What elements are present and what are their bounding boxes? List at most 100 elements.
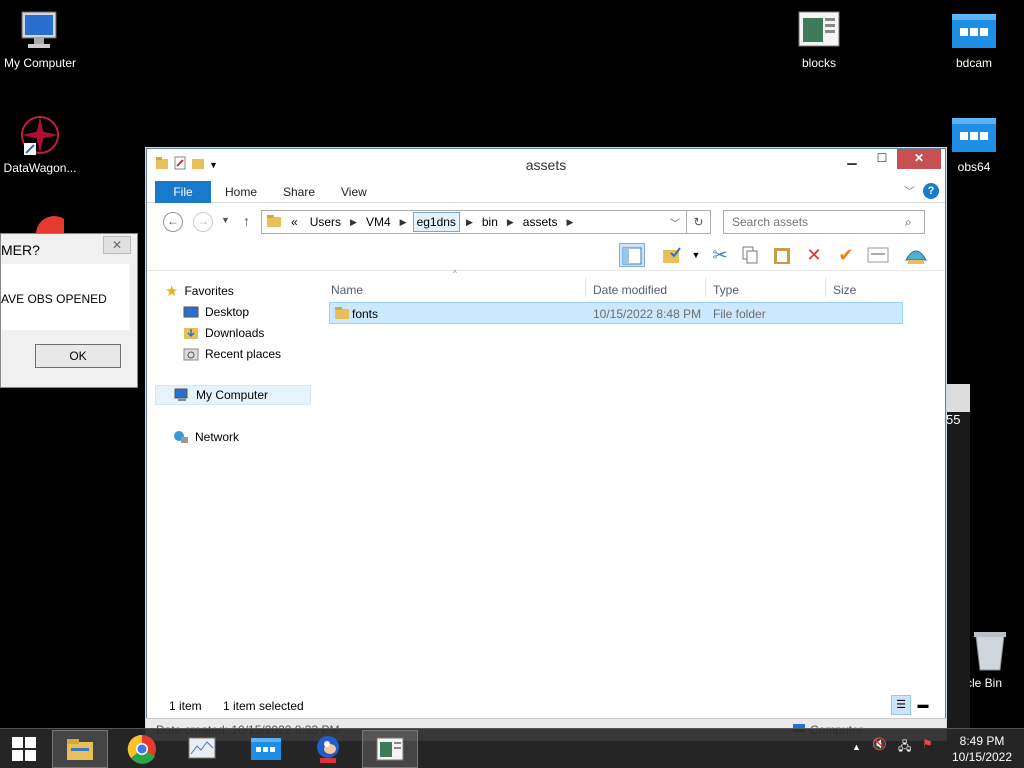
desktop-icon-datawagon[interactable]: DataWagon... bbox=[0, 115, 80, 175]
app-window-icon bbox=[950, 114, 998, 156]
network-icon bbox=[173, 430, 189, 444]
nav-label: Desktop bbox=[205, 305, 250, 319]
nav-network[interactable]: Network bbox=[173, 427, 239, 447]
taskbar-app[interactable] bbox=[238, 730, 294, 768]
address-dropdown-icon[interactable]: ﹀ bbox=[670, 215, 680, 230]
breadcrumb-bin[interactable]: bin bbox=[479, 213, 501, 231]
system-clock[interactable]: 8:49 PM 10/15/2022 bbox=[946, 733, 1018, 765]
nav-recent-places[interactable]: Recent places bbox=[183, 344, 281, 364]
nav-downloads[interactable]: Downloads bbox=[183, 323, 264, 343]
blocks-icon bbox=[795, 10, 843, 52]
start-button[interactable] bbox=[0, 730, 48, 768]
desktop-icon-bdcam[interactable]: bdcam bbox=[934, 10, 1014, 70]
cut-icon[interactable]: ✂ bbox=[707, 243, 733, 267]
desktop-icon-my-computer[interactable]: My Computer bbox=[0, 10, 80, 70]
folder-check-icon[interactable] bbox=[659, 243, 685, 267]
desktop-icon-label: DataWagon... bbox=[3, 161, 77, 175]
nav-label: Downloads bbox=[205, 326, 265, 340]
breadcrumb-chevron-icon[interactable]: ▶ bbox=[507, 217, 514, 228]
maximize-button[interactable]: ☐ bbox=[867, 149, 897, 169]
background-dialog: MER? ✕ AVE OBS OPENED OK bbox=[0, 233, 138, 388]
nav-desktop[interactable]: Desktop bbox=[183, 302, 249, 322]
desktop-icon-label: bdcam bbox=[955, 56, 993, 70]
preview-pane-button[interactable] bbox=[619, 243, 645, 267]
column-divider[interactable] bbox=[585, 277, 586, 297]
address-bar[interactable]: « Users ▶ VM4 ▶ eg1dns ▶ bin ▶ assets ▶ … bbox=[261, 210, 687, 234]
breadcrumb-users[interactable]: Users bbox=[307, 213, 344, 231]
star-icon: ★ bbox=[165, 283, 179, 300]
column-date-modified[interactable]: Date modified bbox=[593, 283, 667, 297]
datawagon-icon bbox=[16, 115, 64, 157]
clock-time: 8:49 PM bbox=[959, 734, 1005, 748]
nav-my-computer[interactable]: My Computer bbox=[155, 385, 311, 405]
breadcrumb-eg1dns[interactable]: eg1dns bbox=[412, 212, 460, 232]
toolbar-dropdown-icon[interactable]: ▼ bbox=[683, 243, 709, 267]
up-arrow-icon[interactable]: ↑ bbox=[243, 213, 250, 229]
breadcrumb-chevron-icon[interactable]: ▶ bbox=[350, 217, 357, 228]
taskbar-monitor[interactable] bbox=[174, 730, 230, 768]
dialog-close-button[interactable]: ✕ bbox=[103, 236, 131, 254]
resource-monitor-icon bbox=[188, 737, 216, 759]
back-button[interactable]: ← bbox=[163, 212, 183, 232]
taskbar-file-explorer[interactable] bbox=[52, 730, 108, 768]
rename-check-icon[interactable]: ✔ bbox=[833, 243, 859, 267]
tab-share[interactable]: Share bbox=[283, 181, 315, 203]
forward-button[interactable]: → bbox=[193, 212, 213, 232]
background-window-text: 55 bbox=[946, 412, 961, 427]
large-icons-view-button[interactable]: ▬ bbox=[913, 695, 933, 715]
desktop-icon-obs64[interactable]: obs64 bbox=[934, 114, 1014, 174]
clock-date: 10/15/2022 bbox=[951, 750, 1013, 764]
taskbar-sonic[interactable] bbox=[300, 730, 356, 768]
column-name[interactable]: Name bbox=[331, 283, 363, 297]
details-view-button[interactable]: ☰ bbox=[891, 695, 911, 715]
delete-icon[interactable]: ✕ bbox=[801, 243, 827, 267]
minimize-button[interactable]: ▁ bbox=[837, 149, 867, 169]
taskbar-blocks[interactable] bbox=[362, 730, 418, 768]
sort-arrow-icon: ^ bbox=[453, 269, 457, 278]
desktop-icon-label: blocks bbox=[801, 56, 836, 70]
background-window-titlebar bbox=[946, 384, 970, 412]
taskbar-chrome[interactable] bbox=[114, 730, 170, 768]
selected-count: 1 item selected bbox=[223, 699, 304, 713]
tab-home[interactable]: Home bbox=[225, 181, 257, 203]
ribbon-expand-icon[interactable]: ﹀ bbox=[904, 183, 915, 199]
search-icon[interactable]: ⌕ bbox=[905, 215, 912, 230]
column-type[interactable]: Type bbox=[713, 283, 739, 297]
properties-icon[interactable] bbox=[865, 243, 891, 267]
column-divider[interactable] bbox=[705, 277, 706, 297]
background-window[interactable]: 55 bbox=[944, 384, 970, 734]
breadcrumb-chevron-icon[interactable]: ▶ bbox=[566, 217, 573, 228]
column-divider[interactable] bbox=[825, 277, 826, 297]
recent-locations-icon[interactable]: ▼ bbox=[221, 215, 230, 225]
copy-icon[interactable] bbox=[737, 243, 763, 267]
dialog-ok-button[interactable]: OK bbox=[35, 344, 121, 368]
tab-view[interactable]: View bbox=[341, 181, 367, 203]
breadcrumb-chevron-icon[interactable]: ▶ bbox=[400, 217, 407, 228]
breadcrumb-chevron-icon[interactable]: ▶ bbox=[466, 217, 473, 228]
desktop-icon-label: obs64 bbox=[957, 160, 991, 174]
volume-muted-icon[interactable]: 🔇 bbox=[872, 737, 887, 751]
close-button[interactable]: ✕ bbox=[897, 149, 941, 169]
breadcrumb-assets[interactable]: assets bbox=[520, 213, 561, 231]
network-icon[interactable]: 🖧 bbox=[898, 737, 911, 758]
app-window-icon bbox=[950, 10, 998, 52]
item-count: 1 item bbox=[169, 699, 202, 713]
desktop-icon-blocks[interactable]: blocks bbox=[779, 10, 859, 70]
column-size[interactable]: Size bbox=[833, 283, 856, 297]
search-input[interactable] bbox=[723, 210, 925, 234]
recent-places-icon bbox=[183, 347, 199, 361]
refresh-button[interactable]: ↻ bbox=[687, 210, 711, 234]
breadcrumb-vm4[interactable]: VM4 bbox=[363, 213, 394, 231]
help-icon[interactable]: ? bbox=[923, 183, 939, 199]
tray-expand-icon[interactable]: ▲ bbox=[852, 742, 861, 752]
downloads-folder-icon bbox=[183, 326, 199, 340]
nav-favorites[interactable]: ★ Favorites bbox=[165, 281, 234, 301]
paste-icon[interactable] bbox=[769, 243, 795, 267]
action-center-icon[interactable]: ⚑ bbox=[922, 737, 933, 751]
shell-icon[interactable] bbox=[903, 243, 929, 267]
breadcrumb-overflow[interactable]: « bbox=[288, 213, 301, 231]
computer-icon bbox=[174, 388, 190, 402]
tab-file[interactable]: File bbox=[155, 181, 211, 203]
file-row[interactable]: fonts 10/15/2022 8:48 PM File folder bbox=[329, 302, 903, 324]
file-type: File folder bbox=[713, 307, 766, 321]
